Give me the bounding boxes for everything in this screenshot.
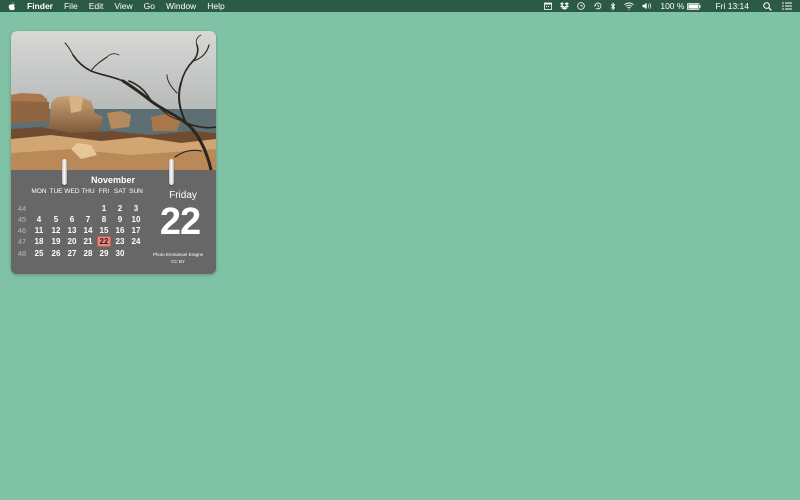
week-number: 44 (17, 204, 27, 213)
menu-bar: Finder File Edit View Go Window Help 100 (0, 0, 800, 12)
day-cell[interactable]: 29 (96, 249, 112, 258)
day-cell[interactable]: 7 (80, 215, 96, 224)
landscape-photo (11, 31, 216, 170)
today-big-date: 22 (159, 201, 201, 243)
menu-bar-left: Finder File Edit View Go Window Help (8, 0, 236, 12)
day-cell[interactable]: 1 (96, 204, 112, 213)
day-cell[interactable]: 28 (80, 249, 96, 258)
photo-credit-license: CC BY (171, 259, 185, 264)
menu-help[interactable]: Help (207, 0, 224, 12)
calendar-icon[interactable] (544, 2, 553, 10)
day-cell[interactable]: 8 (96, 215, 112, 224)
day-cell[interactable]: 20 (64, 237, 80, 246)
day-cell[interactable]: 9 (112, 215, 128, 224)
day-cell[interactable]: 10 (128, 215, 144, 224)
day-cell[interactable]: 19 (48, 237, 64, 246)
week-number: 48 (17, 249, 27, 258)
sync-icon[interactable] (577, 2, 586, 10)
week-number: 46 (17, 226, 27, 235)
day-cell[interactable]: 11 (31, 226, 47, 235)
day-cell[interactable]: 6 (64, 215, 80, 224)
apple-icon[interactable] (8, 1, 16, 11)
wifi-icon[interactable] (624, 2, 635, 10)
battery-status[interactable]: 100 % (660, 0, 701, 12)
day-cell-today[interactable]: 22 (97, 236, 111, 247)
menu-edit[interactable]: Edit (89, 0, 104, 12)
day-cell[interactable]: 23 (112, 237, 128, 246)
day-cell[interactable]: 14 (80, 226, 96, 235)
day-cell[interactable]: 26 (48, 249, 64, 258)
day-cell[interactable]: 13 (64, 226, 80, 235)
day-cell[interactable]: 17 (128, 226, 144, 235)
day-cell[interactable]: 24 (128, 237, 144, 246)
day-cell[interactable]: 25 (31, 249, 47, 258)
photo-credit: Photo Emmanuel Eragne CC BY (147, 251, 209, 265)
menu-app-finder[interactable]: Finder (27, 0, 53, 12)
menu-clock[interactable]: Fri 13:14 (715, 0, 749, 12)
menu-view[interactable]: View (114, 0, 132, 12)
search-icon[interactable] (763, 1, 772, 11)
binder-ring (62, 159, 67, 185)
calendar-widget[interactable]: November MON TUE WED THU FRI SAT SUN 44 1 2 3 45 4 5… (11, 31, 216, 274)
day-cell[interactable]: 12 (48, 226, 64, 235)
week-number: 45 (17, 215, 27, 224)
day-cell[interactable]: 4 (31, 215, 47, 224)
day-cell[interactable]: 21 (80, 237, 96, 246)
list-icon[interactable] (782, 2, 792, 10)
day-cell[interactable]: 16 (112, 226, 128, 235)
bluetooth-icon[interactable] (610, 1, 616, 11)
menu-go[interactable]: Go (144, 0, 155, 12)
menu-file[interactable]: File (64, 0, 78, 12)
day-cell[interactable]: 18 (31, 237, 47, 246)
day-cell[interactable]: 27 (64, 249, 80, 258)
weekday-header: SUN (129, 188, 143, 195)
week-number: 47 (17, 237, 27, 246)
day-cell[interactable]: 15 (96, 226, 112, 235)
binder-ring (169, 159, 174, 185)
day-cell[interactable]: 30 (112, 249, 128, 258)
time-machine-icon[interactable] (593, 2, 602, 10)
month-title: November (90, 175, 135, 185)
photo-credit-author: Photo Emmanuel Eragne (152, 252, 204, 257)
day-cell[interactable]: 3 (128, 204, 144, 213)
menu-bar-right: 100 % Fri 13:14 (536, 0, 792, 12)
weekday-header: MON (31, 188, 47, 195)
battery-percent: 100 % (660, 1, 685, 11)
menu-window[interactable]: Window (166, 0, 196, 12)
day-cell[interactable]: 5 (48, 215, 64, 224)
day-cell[interactable]: 2 (112, 204, 128, 213)
volume-icon[interactable] (642, 2, 652, 10)
dropbox-icon[interactable] (560, 2, 570, 10)
battery-icon (687, 2, 701, 10)
